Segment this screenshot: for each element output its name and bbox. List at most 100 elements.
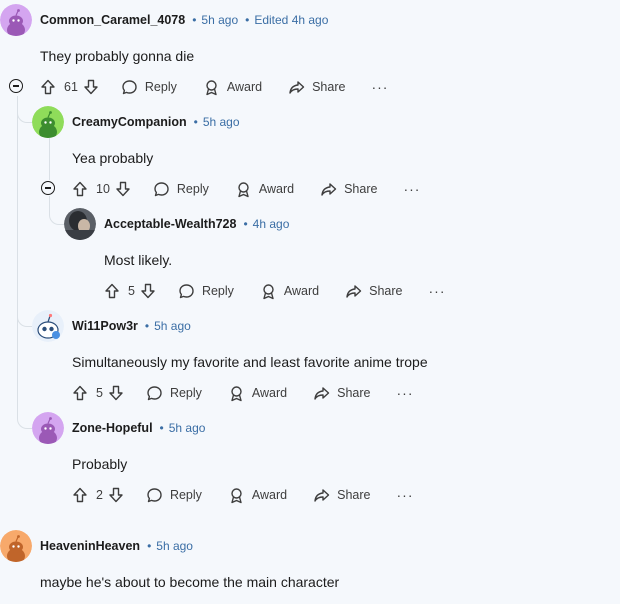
share-button[interactable]: Share xyxy=(313,385,371,402)
share-button[interactable]: Share xyxy=(320,181,377,198)
vote-count: 5 xyxy=(96,386,103,400)
award-button[interactable]: Award xyxy=(228,385,287,402)
edited-label: Edited 4h ago xyxy=(254,13,329,27)
downvote-button[interactable] xyxy=(140,283,156,299)
comment-text: They probably gonna die xyxy=(40,48,195,64)
share-label: Share xyxy=(337,386,371,400)
snoo-avatar-icon xyxy=(32,106,64,138)
more-options-button[interactable]: ··· xyxy=(371,79,388,95)
comment-text: maybe he's about to become the main char… xyxy=(40,574,340,590)
avatar[interactable] xyxy=(64,208,96,240)
thread-elbow xyxy=(17,96,32,123)
comment-text: Probably xyxy=(72,456,128,472)
upvote-icon xyxy=(73,181,87,197)
avatar[interactable] xyxy=(32,310,64,342)
username[interactable]: Common_Caramel_4078 xyxy=(40,13,185,27)
more-options-button[interactable]: ··· xyxy=(403,181,420,197)
share-button[interactable]: Share xyxy=(288,79,345,96)
reply-icon xyxy=(179,283,194,298)
reply-button[interactable]: Reply xyxy=(146,487,202,504)
share-label: Share xyxy=(337,488,371,502)
collapse-thread-button[interactable] xyxy=(9,79,23,93)
award-button[interactable]: Award xyxy=(228,487,287,504)
avatar[interactable] xyxy=(32,412,64,444)
username[interactable]: CreamyCompanion xyxy=(72,115,187,129)
timestamp[interactable]: 5h ago xyxy=(169,421,206,435)
snoo-avatar-icon xyxy=(0,4,32,36)
avatar[interactable] xyxy=(0,4,32,36)
share-button[interactable]: Share xyxy=(345,283,403,300)
upvote-button[interactable] xyxy=(104,283,120,299)
comment-meta: Acceptable-Wealth728 • 4h ago xyxy=(104,215,289,233)
comment-text: Simultaneously my favorite and least fav… xyxy=(72,354,428,370)
vote-count: 61 xyxy=(64,80,78,94)
award-label: Award xyxy=(251,386,288,400)
timestamp[interactable]: 5h ago xyxy=(203,115,240,129)
reply-label: Reply xyxy=(144,80,177,94)
collapse-thread-button[interactable] xyxy=(41,181,55,195)
avatar[interactable] xyxy=(0,530,32,562)
separator-dot: • xyxy=(147,539,152,553)
award-button[interactable]: Award xyxy=(235,181,294,198)
reply-button[interactable]: Reply xyxy=(146,385,202,402)
award-button[interactable]: Award xyxy=(203,79,262,96)
share-label: Share xyxy=(312,80,346,94)
downvote-icon xyxy=(116,181,130,197)
more-options-button[interactable]: ··· xyxy=(397,385,414,401)
snoo-avatar-icon xyxy=(0,530,32,562)
separator-dot: • xyxy=(192,13,197,27)
reply-button[interactable]: Reply xyxy=(121,79,177,96)
upvote-button[interactable] xyxy=(72,385,88,401)
share-label: Share xyxy=(344,182,378,196)
thread-elbow xyxy=(17,300,32,327)
reply-button[interactable]: Reply xyxy=(153,181,209,198)
downvote-button[interactable] xyxy=(108,385,124,401)
share-icon xyxy=(314,488,330,502)
downvote-icon xyxy=(109,385,123,401)
vote-count: 2 xyxy=(96,488,103,502)
comment-meta: CreamyCompanion • 5h ago xyxy=(72,113,240,131)
downvote-button[interactable] xyxy=(83,79,99,95)
username[interactable]: HeaveninHeaven xyxy=(40,539,140,553)
downvote-icon xyxy=(109,487,123,503)
reply-label: Reply xyxy=(176,182,209,196)
downvote-button[interactable] xyxy=(108,487,124,503)
reply-button[interactable]: Reply xyxy=(178,283,234,300)
upvote-icon xyxy=(73,385,87,401)
share-icon xyxy=(346,284,362,298)
downvote-button[interactable] xyxy=(115,181,131,197)
upvote-icon xyxy=(73,487,87,503)
separator-dot: • xyxy=(245,13,250,27)
award-button[interactable]: Award xyxy=(260,283,319,300)
comment-text: Most likely. xyxy=(104,252,173,268)
share-button[interactable]: Share xyxy=(313,487,371,504)
award-icon xyxy=(263,283,274,299)
timestamp[interactable]: 5h ago xyxy=(154,319,191,333)
comment-actions: 5 Reply Award Share ··· xyxy=(72,383,414,403)
upvote-button[interactable] xyxy=(40,79,56,95)
separator-dot: • xyxy=(159,421,164,435)
reply-label: Reply xyxy=(201,284,234,298)
share-icon xyxy=(289,80,305,94)
username[interactable]: Wi11Pow3r xyxy=(72,319,138,333)
username[interactable]: Acceptable-Wealth728 xyxy=(104,217,236,231)
more-options-button[interactable]: ··· xyxy=(429,283,446,299)
comment-meta: Wi11Pow3r • 5h ago xyxy=(72,317,191,335)
thread-elbow xyxy=(49,196,64,225)
upvote-button[interactable] xyxy=(72,487,88,503)
comment-actions: 5 Reply Award Share ··· xyxy=(104,281,446,301)
award-icon xyxy=(231,487,242,503)
comment-meta: Common_Caramel_4078 • 5h ago • Edited 4h… xyxy=(40,11,328,29)
timestamp[interactable]: 4h ago xyxy=(253,217,290,231)
separator-dot: • xyxy=(193,115,198,129)
more-options-button[interactable]: ··· xyxy=(397,487,414,503)
timestamp[interactable]: 5h ago xyxy=(156,539,193,553)
award-icon xyxy=(231,385,242,401)
award-icon xyxy=(238,181,249,197)
upvote-button[interactable] xyxy=(72,181,88,197)
award-label: Award xyxy=(283,284,320,298)
separator-dot: • xyxy=(144,319,150,333)
avatar[interactable] xyxy=(32,106,64,138)
username[interactable]: Zone-Hopeful xyxy=(72,421,153,435)
timestamp[interactable]: 5h ago xyxy=(201,13,238,27)
